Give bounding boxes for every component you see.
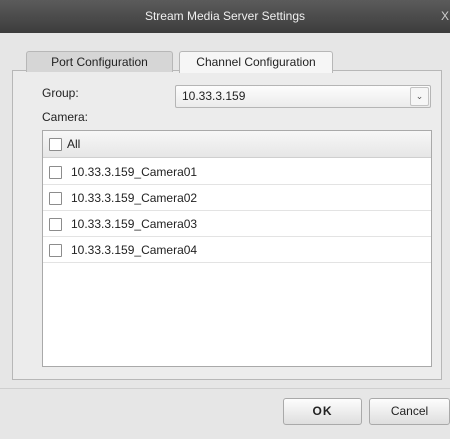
camera-checkbox[interactable] — [49, 192, 62, 205]
camera-list: All 10.33.3.159_Camera01 10.33.3.159_Cam… — [42, 130, 432, 367]
row-divider — [43, 210, 431, 211]
camera-item-label: 10.33.3.159_Camera02 — [71, 191, 198, 205]
camera-item-label: 10.33.3.159_Camera04 — [71, 243, 198, 257]
camera-item-label: 10.33.3.159_Camera03 — [71, 217, 198, 231]
camera-label: Camera: — [42, 110, 89, 124]
window-title: Stream Media Server Settings — [144, 9, 306, 23]
select-all-checkbox[interactable] — [49, 138, 62, 151]
camera-item-label: 10.33.3.159_Camera01 — [71, 165, 198, 179]
settings-dialog: Stream Media Server Settings X Port Conf… — [0, 0, 450, 439]
group-label: Group: — [42, 86, 79, 100]
camera-checkbox[interactable] — [49, 166, 62, 179]
row-divider — [43, 184, 431, 185]
row-divider — [43, 262, 431, 263]
footer-divider — [0, 388, 450, 389]
close-icon[interactable]: X — [438, 0, 450, 33]
tab-channel-configuration[interactable]: Channel Configuration — [179, 51, 333, 73]
tab-port-configuration[interactable]: Port Configuration — [26, 51, 173, 72]
camera-checkbox[interactable] — [49, 244, 62, 257]
select-all-label: All — [67, 137, 81, 151]
camera-checkbox[interactable] — [49, 218, 62, 231]
title-bar: Stream Media Server Settings X — [0, 0, 450, 33]
group-select-value: 10.33.3.159 — [182, 89, 246, 103]
cancel-button[interactable]: Cancel — [369, 398, 450, 425]
camera-list-header: All — [43, 131, 431, 158]
row-divider — [43, 236, 431, 237]
chevron-down-icon[interactable]: ⌄ — [410, 87, 429, 106]
group-select[interactable]: 10.33.3.159 ⌄ — [175, 85, 431, 108]
ok-button[interactable]: OK — [283, 398, 362, 425]
